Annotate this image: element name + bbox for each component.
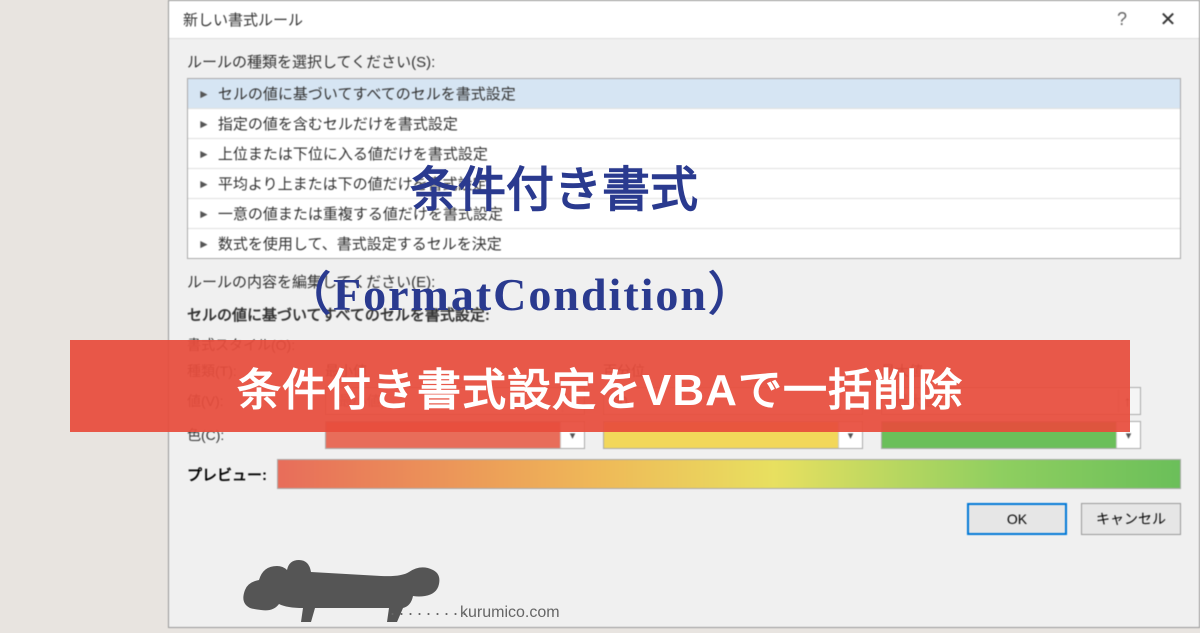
ok-button[interactable]: OK: [967, 503, 1067, 535]
chevron-right-icon: ►: [198, 117, 210, 131]
rule-type-item[interactable]: ► 平均より上または下の値だけを書式設定: [188, 169, 1180, 199]
preview-gradient: [277, 459, 1181, 489]
rule-type-item[interactable]: ► 上位または下位に入る値だけを書式設定: [188, 139, 1180, 169]
chevron-right-icon: ►: [198, 207, 210, 221]
rule-type-text: 平均より上または下の値だけを書式設定: [218, 173, 488, 194]
headline-banner: 条件付き書式設定をVBAで一括削除: [70, 340, 1130, 432]
chevron-right-icon: ►: [198, 177, 210, 191]
rule-type-text: セルの値に基づいてすべてのセルを書式設定: [218, 83, 516, 104]
rule-type-text: 一意の値または重複する値だけを書式設定: [218, 203, 503, 224]
dots-decoration: .........: [390, 599, 471, 620]
help-icon[interactable]: ?: [1099, 9, 1145, 30]
chevron-right-icon: ►: [198, 87, 210, 101]
dialog-buttons: OK キャンセル: [169, 489, 1199, 535]
preview-row: プレビュー:: [187, 459, 1181, 489]
rule-type-item[interactable]: ► セルの値に基づいてすべてのセルを書式設定: [188, 79, 1180, 109]
dialog-title: 新しい書式ルール: [183, 9, 1099, 30]
edit-rule-content-label: ルールの内容を編集してください(E):: [187, 271, 1199, 292]
close-icon[interactable]: ✕: [1145, 7, 1191, 32]
select-rule-type-label: ルールの種類を選択してください(S):: [187, 51, 1199, 72]
preview-label: プレビュー:: [187, 464, 267, 485]
dialog-titlebar: 新しい書式ルール ? ✕: [169, 1, 1199, 39]
rule-type-text: 上位または下位に入る値だけを書式設定: [218, 143, 488, 164]
rule-type-text: 指定の値を含むセルだけを書式設定: [218, 113, 458, 134]
rule-type-item[interactable]: ► 指定の値を含むセルだけを書式設定: [188, 109, 1180, 139]
cancel-button[interactable]: キャンセル: [1081, 503, 1181, 535]
watermark-text: kurumico.com: [460, 604, 560, 622]
rule-type-text: 数式を使用して、書式設定するセルを決定: [218, 233, 502, 254]
edit-rule-header: セルの値に基づいてすべてのセルを書式設定:: [187, 304, 1181, 325]
new-format-rule-dialog: 新しい書式ルール ? ✕ ルールの種類を選択してください(S): ► セルの値に基…: [168, 0, 1200, 628]
chevron-right-icon: ►: [198, 147, 210, 161]
rule-type-list[interactable]: ►セルの値に基づいてすべてのセルを書式設定 ►指定の値を含むセルだけを書式設定 …: [187, 78, 1181, 259]
rule-type-item[interactable]: ► 一意の値または重複する値だけを書式設定: [188, 199, 1180, 229]
rule-type-item[interactable]: ► 数式を使用して、書式設定するセルを決定: [188, 229, 1180, 258]
chevron-right-icon: ►: [198, 237, 210, 251]
